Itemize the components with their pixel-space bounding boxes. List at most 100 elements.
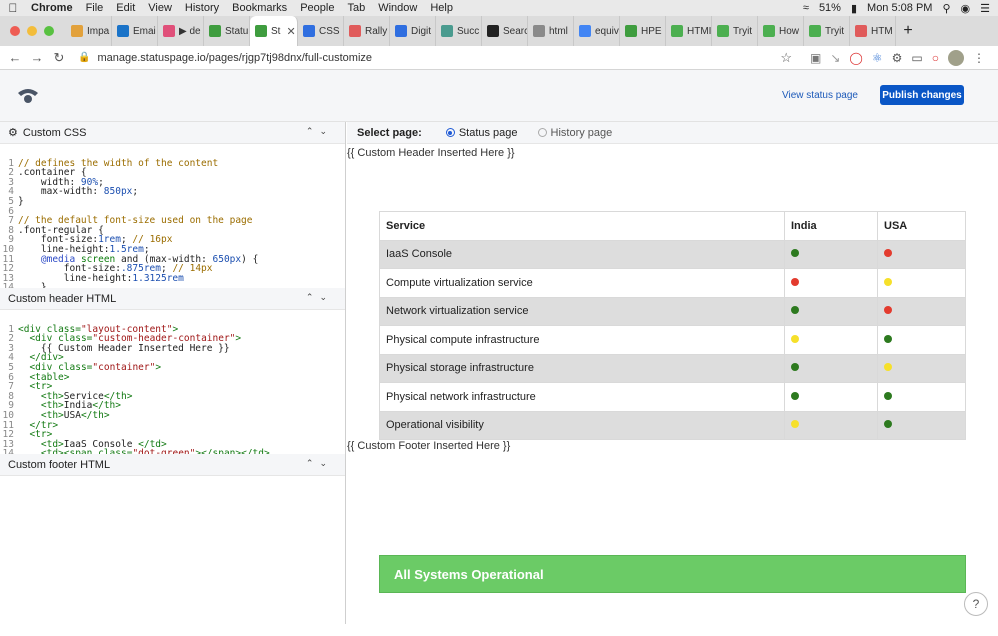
- cast-icon[interactable]: ▭: [911, 51, 922, 65]
- menu-window[interactable]: Window: [373, 2, 425, 14]
- tab-title[interactable]: Searc: [503, 26, 527, 37]
- menu-help[interactable]: Help: [425, 2, 461, 14]
- radio-selected-icon[interactable]: [445, 128, 455, 137]
- collapse-chevrons[interactable]: ⌃⌄: [306, 292, 333, 303]
- browser-tab[interactable]: Searc: [482, 16, 528, 46]
- history-page-radio-label[interactable]: History page: [551, 127, 613, 139]
- menu-app-name[interactable]: Chrome: [26, 2, 81, 14]
- custom-css-title: Custom CSS: [22, 126, 87, 139]
- custom-css-header[interactable]: ⚙ Custom CSS ⌃⌄: [0, 122, 345, 144]
- tab-title[interactable]: Statu: [225, 26, 248, 37]
- more-menu-icon[interactable]: ⋮: [973, 51, 985, 65]
- browser-tab[interactable]: HTMI: [666, 16, 712, 46]
- zoom-window-button[interactable]: [44, 26, 54, 36]
- macos-menu-bar:  Chrome File Edit View History Bookmark…: [0, 0, 998, 16]
- footer-html-code-editor[interactable]: [0, 476, 345, 636]
- status-page-radio-label[interactable]: Status page: [459, 127, 518, 139]
- battery-percent[interactable]: 51%: [819, 2, 841, 14]
- battery-icon[interactable]: ▮: [851, 2, 857, 15]
- reload-icon[interactable]: ↻: [48, 50, 70, 66]
- browser-tab[interactable]: html: [528, 16, 574, 46]
- bookmark-star-icon[interactable]: ☆: [780, 50, 792, 66]
- tab-title[interactable]: Rally: [365, 26, 387, 37]
- minimize-window-button[interactable]: [27, 26, 37, 36]
- spotlight-search-icon[interactable]: ⚲: [942, 2, 950, 15]
- lock-icon[interactable]: 🔒: [78, 52, 90, 63]
- collapse-chevrons[interactable]: ⌃⌄: [306, 126, 333, 137]
- clock[interactable]: Mon 5:08 PM: [867, 2, 932, 14]
- browser-tab[interactable]: HPE: [620, 16, 666, 46]
- new-tab-button[interactable]: +: [896, 16, 920, 46]
- css-code-editor[interactable]: 1// defines the width of the content 2 .c…: [0, 144, 345, 288]
- browser-tab[interactable]: St ✕: [250, 16, 298, 46]
- menu-bookmarks[interactable]: Bookmarks: [227, 2, 295, 14]
- browser-tab[interactable]: Impa: [66, 16, 112, 46]
- radio-unselected-icon[interactable]: [537, 128, 547, 137]
- browser-tab[interactable]: ▶ de: [158, 16, 204, 46]
- header-html-code-editor[interactable]: 1 <div class="layout-content"> 2 <div cla…: [0, 310, 345, 454]
- tab-title[interactable]: HTM: [871, 26, 893, 37]
- browser-tab[interactable]: Statu: [204, 16, 250, 46]
- tab-title[interactable]: How: [779, 26, 799, 37]
- tab-title[interactable]: CSS: [319, 26, 340, 37]
- tab-title[interactable]: Impa: [87, 26, 109, 37]
- puzzle-extensions-icon[interactable]: ⚙: [892, 51, 903, 65]
- tab-title[interactable]: Digit: [411, 26, 431, 37]
- apple-icon[interactable]: : [0, 1, 26, 15]
- wifi-icon[interactable]: ≈: [803, 2, 809, 14]
- back-arrow-icon[interactable]: ←: [4, 50, 26, 65]
- tab-title[interactable]: html: [549, 26, 568, 37]
- menu-view[interactable]: View: [143, 2, 180, 14]
- extension-arrow-icon[interactable]: ↘: [830, 51, 840, 65]
- status-cell-usa: [877, 239, 966, 269]
- tab-title[interactable]: Succ: [457, 26, 479, 37]
- close-tab-icon[interactable]: ✕: [286, 25, 295, 38]
- menu-tab[interactable]: Tab: [342, 2, 373, 14]
- tab-title[interactable]: Tryit: [733, 26, 752, 37]
- address-bar[interactable]: 🔒 manage.statuspage.io/pages/rjgp7tj98dn…: [78, 47, 798, 68]
- help-button[interactable]: ?: [964, 592, 988, 616]
- siri-icon[interactable]: ◉: [961, 2, 971, 15]
- camera-icon[interactable]: ▣: [810, 51, 821, 65]
- custom-footer-html-header[interactable]: Custom footer HTML ⌃⌄: [0, 454, 345, 476]
- menu-file[interactable]: File: [81, 2, 112, 14]
- browser-tab[interactable]: Tryit: [804, 16, 850, 46]
- forward-arrow-icon[interactable]: →: [26, 50, 48, 65]
- tab-title[interactable]: Tryit: [825, 26, 844, 37]
- view-status-page-link[interactable]: View status page: [782, 90, 858, 101]
- browser-tab[interactable]: Emai: [112, 16, 158, 46]
- tab-title[interactable]: St: [271, 26, 280, 37]
- history-page-radio[interactable]: History page: [537, 127, 613, 139]
- browser-tab[interactable]: Rally: [344, 16, 390, 46]
- status-cell-usa: [877, 268, 966, 298]
- status-dot-green-icon: [791, 249, 799, 258]
- custom-header-html-header[interactable]: Custom header HTML ⌃⌄: [0, 288, 345, 310]
- status-page-radio[interactable]: Status page: [445, 127, 518, 139]
- publish-changes-button[interactable]: Publish changes: [880, 85, 964, 105]
- react-devtools-icon[interactable]: ⚛: [872, 51, 883, 65]
- notification-center-icon[interactable]: ☰: [980, 2, 990, 15]
- tab-title[interactable]: equiv: [595, 26, 619, 37]
- menu-people[interactable]: People: [295, 2, 342, 14]
- statuspage-logo-icon[interactable]: [16, 85, 40, 105]
- url-text[interactable]: manage.statuspage.io/pages/rjgp7tj98dnx/…: [97, 52, 372, 64]
- table-row: Operational visibility: [379, 410, 966, 440]
- close-window-button[interactable]: [10, 26, 20, 36]
- browser-tab[interactable]: HTM: [850, 16, 896, 46]
- profile-avatar[interactable]: [947, 49, 964, 66]
- tab-title[interactable]: HPE: [641, 26, 662, 37]
- opera-extension-icon[interactable]: ○: [932, 51, 939, 65]
- tab-title[interactable]: HTMI: [687, 26, 711, 37]
- browser-tab[interactable]: How: [758, 16, 804, 46]
- browser-tab[interactable]: Digit: [390, 16, 436, 46]
- collapse-chevrons[interactable]: ⌃⌄: [306, 458, 333, 469]
- browser-tab[interactable]: Succ: [436, 16, 482, 46]
- menu-history[interactable]: History: [180, 2, 227, 14]
- shield-extension-icon[interactable]: ◯: [849, 51, 862, 65]
- menu-edit[interactable]: Edit: [111, 2, 143, 14]
- tab-title[interactable]: Emai: [133, 26, 156, 37]
- browser-tab[interactable]: equiv: [574, 16, 620, 46]
- browser-tab[interactable]: CSS: [298, 16, 344, 46]
- browser-tab[interactable]: Tryit: [712, 16, 758, 46]
- tab-title[interactable]: ▶ de: [179, 26, 201, 37]
